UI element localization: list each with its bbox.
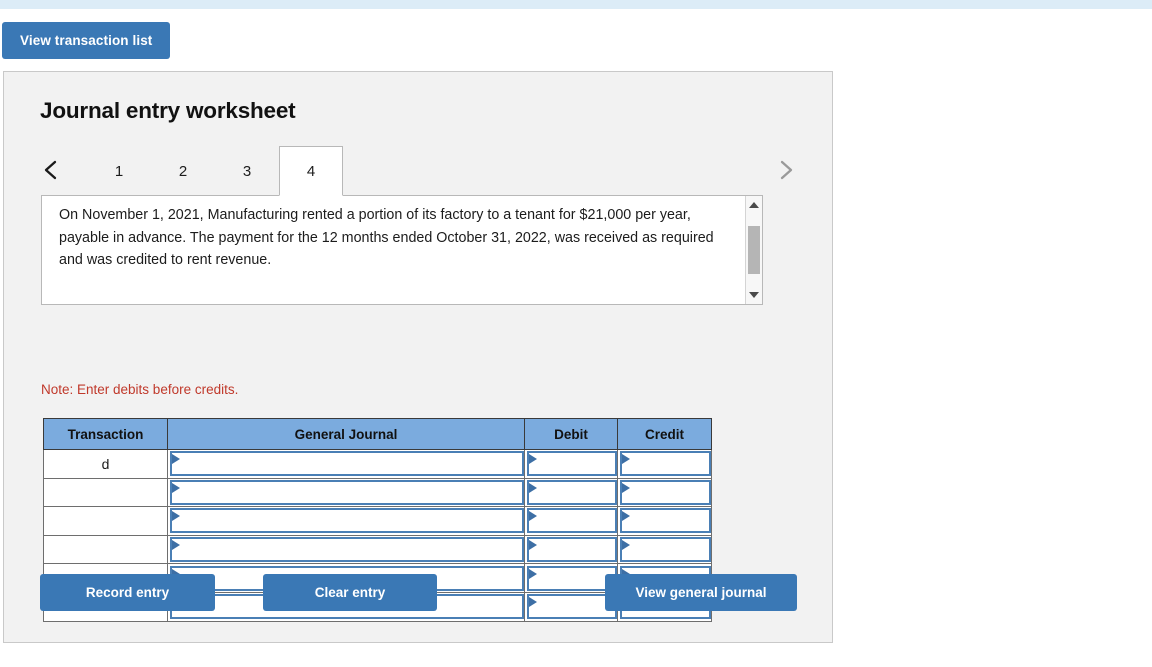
- tab-4[interactable]: 4: [279, 146, 343, 196]
- credit-input[interactable]: [620, 508, 711, 534]
- debit-cell[interactable]: [524, 506, 618, 536]
- scenario-text: On November 1, 2021, Manufacturing rente…: [59, 207, 714, 268]
- page-root: View transaction list Journal entry work…: [0, 0, 1152, 667]
- tab-1[interactable]: 1: [87, 146, 151, 196]
- tab-2[interactable]: 2: [151, 146, 215, 196]
- credit-input[interactable]: [620, 451, 711, 477]
- debit-cell[interactable]: [524, 477, 618, 508]
- tab-3-label: 3: [242, 162, 252, 180]
- table-header-row: Transaction General Journal Debit Credit: [43, 418, 712, 450]
- general-journal-cell[interactable]: [167, 506, 525, 536]
- debits-before-credits-note: Note: Enter debits before credits.: [41, 382, 239, 397]
- top-accent-strip: [0, 0, 1152, 9]
- table-row: [43, 506, 712, 536]
- column-header-debit: Debit: [524, 418, 618, 450]
- debit-cell[interactable]: [524, 449, 618, 479]
- chevron-left-icon: [43, 159, 59, 181]
- credit-cell[interactable]: [617, 449, 712, 479]
- scenario-text-box[interactable]: On November 1, 2021, Manufacturing rente…: [41, 195, 763, 305]
- scroll-down-arrow-icon[interactable]: [746, 287, 762, 303]
- general-journal-cell[interactable]: [167, 534, 525, 565]
- debit-input[interactable]: [527, 537, 617, 563]
- record-entry-button[interactable]: Record entry: [40, 574, 215, 611]
- tab-1-label: 1: [114, 162, 124, 180]
- chevron-right-icon: [778, 159, 794, 181]
- scrollbar-thumb[interactable]: [748, 226, 760, 274]
- tab-prev-button[interactable]: [37, 153, 65, 187]
- table-row: [43, 477, 712, 508]
- clear-entry-button[interactable]: Clear entry: [263, 574, 437, 611]
- debit-cell[interactable]: [524, 591, 618, 622]
- credit-cell[interactable]: [617, 534, 712, 565]
- transaction-cell: d: [43, 449, 168, 479]
- debit-input[interactable]: [527, 594, 617, 620]
- general-journal-input[interactable]: [170, 451, 524, 477]
- general-journal-cell[interactable]: [167, 477, 525, 508]
- table-row: [43, 534, 712, 565]
- transaction-cell: [43, 534, 168, 565]
- debit-input[interactable]: [527, 508, 617, 534]
- general-journal-cell[interactable]: [167, 449, 525, 479]
- general-journal-input[interactable]: [170, 479, 524, 505]
- credit-input[interactable]: [620, 479, 711, 505]
- debit-input[interactable]: [527, 479, 617, 505]
- scroll-up-arrow-icon[interactable]: [746, 197, 762, 213]
- debit-input[interactable]: [527, 451, 617, 477]
- transaction-cell: [43, 506, 168, 536]
- tab-3[interactable]: 3: [215, 146, 279, 196]
- journal-entry-panel: Journal entry worksheet 1 2 3 4 On Novem…: [3, 71, 833, 643]
- column-header-general-journal: General Journal: [167, 418, 525, 450]
- scenario-scrollbar[interactable]: [745, 196, 762, 304]
- tab-4-label: 4: [306, 162, 316, 180]
- table-row: d: [43, 449, 712, 479]
- debit-input[interactable]: [527, 565, 617, 591]
- debit-cell[interactable]: [524, 534, 618, 565]
- column-header-transaction: Transaction: [43, 418, 168, 450]
- page-title: Journal entry worksheet: [40, 98, 296, 123]
- view-general-journal-button[interactable]: View general journal: [605, 574, 797, 611]
- general-journal-input[interactable]: [170, 537, 524, 563]
- credit-cell[interactable]: [617, 506, 712, 536]
- transaction-cell: [43, 477, 168, 508]
- general-journal-input[interactable]: [170, 508, 524, 534]
- tab-2-label: 2: [178, 162, 188, 180]
- column-header-credit: Credit: [617, 418, 712, 450]
- tab-next-button[interactable]: [772, 153, 800, 187]
- credit-cell[interactable]: [617, 477, 712, 508]
- debit-cell[interactable]: [524, 563, 618, 593]
- credit-input[interactable]: [620, 537, 711, 563]
- view-transaction-list-button[interactable]: View transaction list: [2, 22, 171, 59]
- worksheet-tab-bar: 1 2 3 4: [37, 146, 800, 196]
